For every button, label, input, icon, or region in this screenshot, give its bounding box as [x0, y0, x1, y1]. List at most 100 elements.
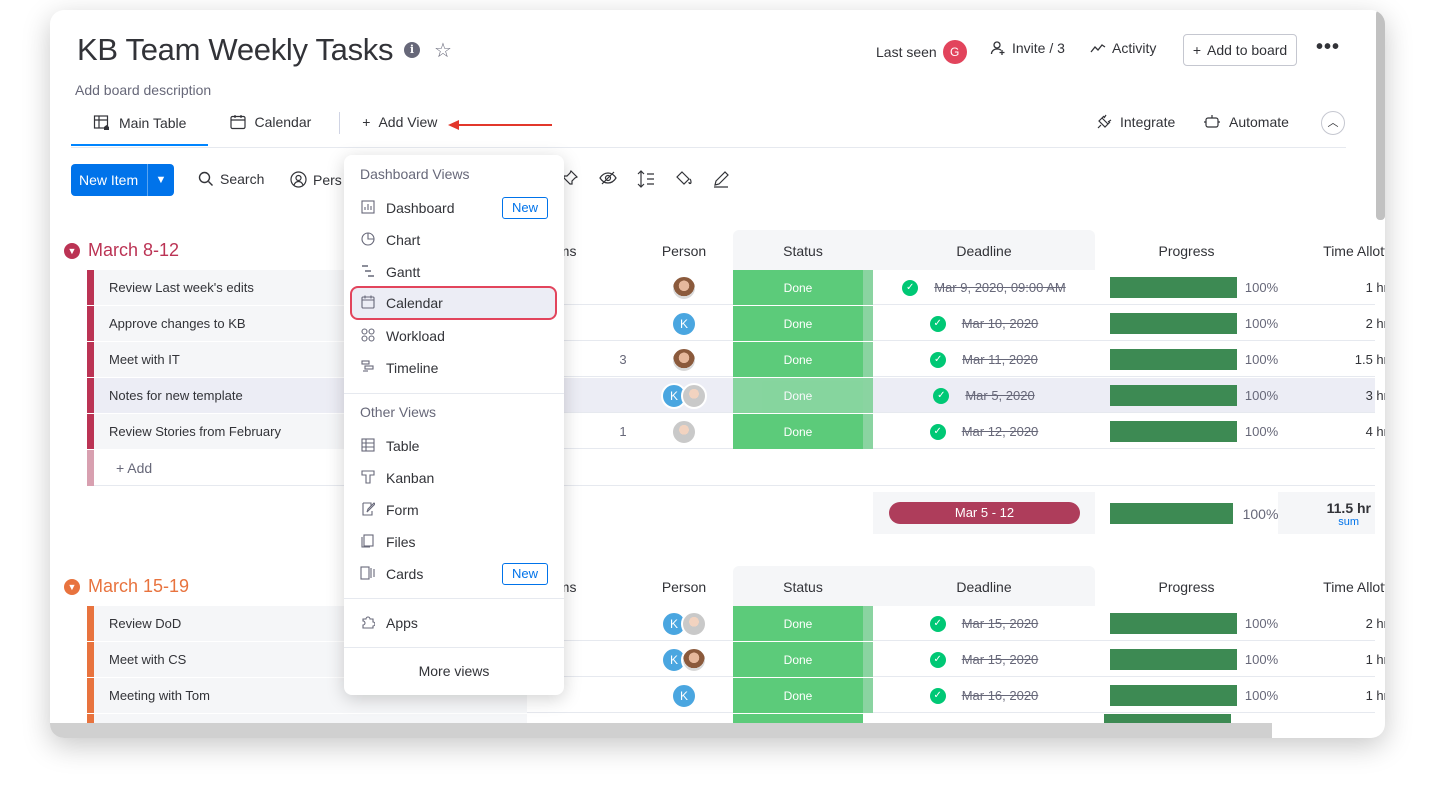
- pencil-icon[interactable]: [712, 170, 730, 193]
- person-filter-button[interactable]: Pers: [290, 171, 342, 188]
- tab-main-table[interactable]: Main Table: [71, 108, 209, 146]
- pin-icon[interactable]: [562, 169, 579, 191]
- table-row[interactable]: Approve changes to KB K Done ✓ Mar 10, 20…: [87, 306, 1385, 341]
- activity-button[interactable]: Activity: [1090, 40, 1156, 56]
- status-cell[interactable]: Done: [733, 678, 863, 713]
- column-header-time[interactable]: Time Allott: [1278, 243, 1385, 259]
- table-row[interactable]: Meet with CS K Done ✓ Mar 15, 2020 100% 1…: [87, 642, 1385, 677]
- search-button[interactable]: Search: [198, 171, 264, 187]
- row-height-icon[interactable]: [637, 170, 655, 193]
- time-cell[interactable]: 1.5 hr: [1278, 342, 1385, 377]
- item-name[interactable]: Review Last week's edits: [94, 280, 254, 295]
- automate-button[interactable]: Automate: [1203, 114, 1289, 130]
- table-row[interactable]: Review Last week's edits Done ✓ Mar 9, 20…: [87, 270, 1385, 305]
- time-cell[interactable]: 2 hr: [1278, 606, 1385, 641]
- more-views-link[interactable]: More views: [344, 663, 564, 679]
- add-item-label[interactable]: + Add: [116, 460, 152, 476]
- person-cell[interactable]: [634, 342, 734, 377]
- deadline-cell[interactable]: ✓ Mar 12, 2020: [873, 414, 1095, 449]
- menu-item-table[interactable]: Table: [360, 432, 550, 460]
- hide-eye-icon[interactable]: [599, 170, 617, 191]
- time-cell[interactable]: 1 hr: [1278, 678, 1385, 713]
- invite-button[interactable]: Invite / 3: [990, 40, 1065, 56]
- menu-item-calendar[interactable]: Calendar: [360, 289, 550, 317]
- vertical-scrollbar[interactable]: [1376, 10, 1385, 220]
- table-row[interactable]: Review Stories from February 1 Done ✓ Mar…: [87, 414, 1385, 449]
- status-cell[interactable]: Done: [733, 342, 863, 377]
- menu-item-workload[interactable]: Workload: [360, 322, 550, 350]
- time-cell[interactable]: 4 hr: [1278, 414, 1385, 449]
- menu-item-form[interactable]: Form: [360, 496, 550, 524]
- item-name[interactable]: Meet with IT: [94, 352, 180, 367]
- more-options-icon[interactable]: •••: [1316, 36, 1340, 59]
- status-cell[interactable]: Done: [733, 306, 863, 341]
- deadline-cell[interactable]: ✓ Mar 10, 2020: [873, 306, 1095, 341]
- chevron-down-icon[interactable]: ▼: [64, 242, 80, 259]
- column-header-status[interactable]: Status: [733, 243, 873, 259]
- column-header-deadline[interactable]: Deadline: [873, 579, 1095, 595]
- add-to-board-button[interactable]: + Add to board: [1183, 34, 1297, 66]
- integrate-button[interactable]: Integrate: [1096, 114, 1175, 130]
- table-row[interactable]: Review DoD K Done ✓ Mar 15, 2020 100% 2 h…: [87, 606, 1385, 641]
- status-cell[interactable]: Done: [733, 642, 863, 677]
- item-name[interactable]: Notes for new template: [94, 388, 243, 403]
- person-cell[interactable]: [634, 414, 734, 449]
- item-name[interactable]: Meet with CS: [94, 652, 186, 667]
- board-title[interactable]: KB Team Weekly Tasks: [77, 32, 393, 68]
- deadline-cell[interactable]: ✓ Mar 16, 2020: [873, 678, 1095, 713]
- person-cell[interactable]: K: [634, 306, 734, 341]
- paint-bucket-icon[interactable]: [675, 170, 693, 193]
- chevron-down-icon[interactable]: ▼: [64, 578, 80, 595]
- time-cell[interactable]: 1 hr: [1278, 642, 1385, 677]
- add-item-row[interactable]: + Add: [87, 450, 1375, 486]
- item-name[interactable]: Approve changes to KB: [94, 316, 246, 331]
- item-name[interactable]: Review Stories from February: [94, 424, 281, 439]
- new-item-button[interactable]: New Item ▼: [71, 164, 174, 196]
- last-seen[interactable]: Last seen G: [876, 40, 967, 64]
- deadline-cell[interactable]: ✓ Mar 15, 2020: [873, 642, 1095, 677]
- menu-item-timeline[interactable]: Timeline: [360, 354, 550, 382]
- table-row[interactable]: Meet with IT 3 Done ✓ Mar 11, 2020 100% 1…: [87, 342, 1385, 377]
- subitems-count[interactable]: 1: [617, 414, 629, 449]
- deadline-cell[interactable]: ✓ Mar 15, 2020: [873, 606, 1095, 641]
- group-header[interactable]: ▼ March 8-12: [64, 240, 179, 261]
- column-header-status[interactable]: Status: [733, 579, 873, 595]
- menu-item-chart[interactable]: Chart: [360, 226, 550, 254]
- table-row[interactable]: Notes for new template K Done ✓ Mar 5, 20…: [87, 378, 1385, 413]
- item-name[interactable]: Meeting with Tom: [94, 688, 210, 703]
- time-cell[interactable]: 2 hr: [1278, 306, 1385, 341]
- status-cell[interactable]: Done: [733, 270, 863, 305]
- item-name[interactable]: Review DoD: [94, 616, 181, 631]
- column-header-progress[interactable]: Progress: [1095, 243, 1278, 259]
- board-description[interactable]: Add board description: [75, 82, 211, 98]
- column-header-deadline[interactable]: Deadline: [873, 243, 1095, 259]
- status-cell[interactable]: Done: [733, 378, 863, 413]
- column-header-person[interactable]: Person: [634, 243, 734, 259]
- menu-item-files[interactable]: Files: [360, 528, 550, 556]
- menu-item-apps[interactable]: Apps: [360, 609, 550, 637]
- table-row[interactable]: Meeting with Tom K Done ✓ Mar 16, 2020 10…: [87, 678, 1385, 713]
- deadline-cell[interactable]: ✓ Mar 9, 2020, 09:00 AM: [873, 270, 1095, 305]
- deadline-cell[interactable]: ✓ Mar 5, 2020: [873, 378, 1095, 413]
- status-cell[interactable]: Done: [733, 414, 863, 449]
- subitems-count[interactable]: 3: [617, 342, 629, 377]
- star-icon[interactable]: ☆: [434, 38, 452, 63]
- chevron-down-icon[interactable]: ▼: [147, 164, 174, 196]
- collapse-header-icon[interactable]: ︿: [1321, 111, 1345, 135]
- person-cell[interactable]: K: [634, 678, 734, 713]
- column-header-person[interactable]: Person: [634, 579, 734, 595]
- time-cell[interactable]: 1 hr: [1278, 270, 1385, 305]
- person-cell[interactable]: [634, 270, 734, 305]
- tab-calendar[interactable]: Calendar: [208, 108, 333, 142]
- add-view-button[interactable]: + Add View: [346, 108, 459, 142]
- person-cell[interactable]: K: [634, 642, 734, 677]
- deadline-cell[interactable]: ✓ Mar 11, 2020: [873, 342, 1095, 377]
- person-cell[interactable]: K: [634, 378, 734, 413]
- group-title[interactable]: March 15-19: [88, 576, 189, 597]
- person-cell[interactable]: K: [634, 606, 734, 641]
- status-cell[interactable]: Done: [733, 606, 863, 641]
- info-icon[interactable]: i: [404, 42, 420, 58]
- column-header-time[interactable]: Time Allott: [1278, 579, 1385, 595]
- time-cell[interactable]: 3 hr: [1278, 378, 1385, 413]
- menu-item-kanban[interactable]: Kanban: [360, 464, 550, 492]
